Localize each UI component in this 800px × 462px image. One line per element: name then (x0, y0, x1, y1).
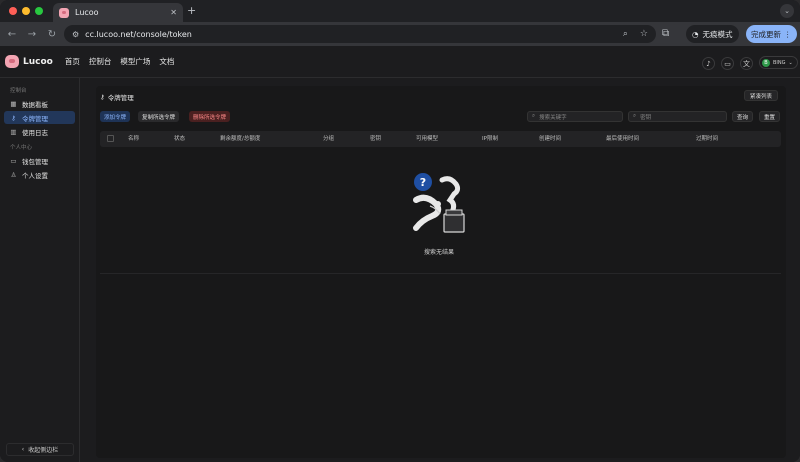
tab-title: Lucoo (75, 8, 99, 17)
sidebar-item-dashboard[interactable]: ▦ 数据看板 (4, 97, 75, 110)
monitor-icon[interactable]: ▭ (721, 57, 734, 70)
close-window-button[interactable] (9, 7, 17, 15)
empty-state-text: 搜索无结果 (423, 249, 454, 256)
chevron-down-icon: ⌄ (788, 59, 793, 66)
lucoo-logo-icon[interactable] (5, 55, 19, 68)
key-search-input[interactable]: ⌕ 密钥 (628, 111, 727, 122)
user-menu[interactable]: B BING ⌄ (759, 56, 798, 69)
url-text: cc.lucoo.net/console/token (85, 29, 192, 39)
update-label: 完成更新 (751, 29, 781, 39)
search-icon: ⌕ (633, 113, 637, 119)
sidebar-group-personal: 个人中心 (10, 145, 33, 151)
incognito-label: 无痕模式 (702, 29, 733, 39)
column-header[interactable]: 可用模型 (416, 131, 438, 147)
table-header: 名称 状态 剩余额度/总额度 分组 密钥 可用模型 IP限制 创建时间 最后使用… (100, 131, 781, 147)
copy-selected-tokens-button[interactable]: 复制所选令牌 (138, 111, 180, 122)
reload-icon[interactable]: ↻ (44, 26, 60, 42)
column-header[interactable]: 分组 (323, 131, 334, 147)
column-header[interactable]: 最后使用时间 (606, 131, 639, 147)
incognito-icon: ◔ (692, 29, 699, 39)
chevron-left-icon: ‹ (21, 446, 25, 453)
minimize-window-button[interactable] (22, 7, 30, 15)
sidebar-item-logs[interactable]: ▥ 使用日志 (4, 125, 75, 138)
add-token-button[interactable]: 添加令牌 (100, 111, 131, 122)
maximize-window-button[interactable] (35, 7, 43, 15)
keyword-placeholder: 搜索关键字 (539, 114, 567, 121)
chart-icon: ▥ (10, 127, 17, 136)
avatar: B (762, 58, 770, 67)
update-button[interactable]: 完成更新 ⋮ (746, 25, 797, 43)
bell-icon[interactable]: ♪ (702, 57, 715, 70)
browser-window: Lucoo ✕ + ⌄ ← → ↻ ⚙ cc.lucoo.net/console… (0, 0, 800, 462)
column-header[interactable]: 密钥 (370, 131, 381, 147)
key-icon: ⚷ (100, 93, 105, 101)
sidebar-item-wallet[interactable]: ▭ 钱包管理 (4, 154, 75, 167)
column-header[interactable]: 剩余额度/总额度 (220, 131, 260, 147)
page-title: ⚷ 令牌管理 (100, 92, 134, 102)
sidebar-item-profile[interactable]: ♙ 个人设置 (4, 168, 75, 181)
column-header[interactable]: 创建时间 (539, 131, 561, 147)
zoom-search-icon[interactable]: ⌕ (623, 29, 628, 39)
column-header[interactable]: 过期时间 (696, 131, 718, 147)
compact-list-button[interactable]: 紧凑列表 (744, 90, 779, 101)
bookmark-star-icon[interactable]: ☆ (640, 29, 648, 39)
column-header[interactable]: IP限制 (482, 131, 498, 147)
sidebar-group-console: 控制台 (10, 88, 27, 94)
key-placeholder: 密钥 (640, 114, 652, 121)
query-button[interactable]: 查询 (732, 111, 754, 122)
table-divider (100, 273, 781, 274)
browser-toolbar: ← → ↻ ⚙ cc.lucoo.net/console/token ⌕ ☆ ⧉… (0, 22, 800, 46)
brand-name[interactable]: Lucoo (23, 57, 53, 67)
site-settings-icon[interactable]: ⚙ (72, 30, 79, 39)
top-nav: 首页 控制台 模型广场 文档 (65, 56, 175, 67)
lucoo-favicon-icon (59, 7, 69, 18)
search-icon: ⌕ (532, 113, 536, 119)
nav-docs[interactable]: 文档 (159, 56, 174, 67)
sidebar-item-label: 数据看板 (22, 100, 48, 109)
collapse-sidebar-button[interactable]: ‹ 收起侧边栏 (6, 443, 74, 456)
translate-icon[interactable]: 文 (740, 57, 753, 70)
tab-strip: Lucoo ✕ + ⌄ (0, 0, 800, 22)
sidebar-item-label: 使用日志 (22, 128, 48, 137)
user-icon: ♙ (10, 170, 17, 179)
app-header: Lucoo 首页 控制台 模型广场 文档 (0, 46, 800, 78)
back-arrow-icon[interactable]: ← (4, 26, 20, 42)
collapse-label: 收起侧边栏 (28, 447, 59, 454)
tab-close-icon[interactable]: ✕ (170, 8, 177, 17)
keyword-search-input[interactable]: ⌕ 搜索关键字 (527, 111, 623, 122)
column-header[interactable]: 名称 (128, 131, 139, 147)
nav-console[interactable]: 控制台 (89, 56, 112, 67)
incognito-chip[interactable]: ◔ 无痕模式 (686, 25, 739, 43)
sidebar: 控制台 ▦ 数据看板 ⚷ 令牌管理 ▥ 使用日志 个人中心 ▭ 钱包管理 ♙ 个… (0, 78, 80, 462)
delete-selected-tokens-button[interactable]: 删除所选令牌 (189, 111, 231, 122)
tab-search-chevron-icon[interactable]: ⌄ (780, 4, 794, 18)
user-name: BING (773, 59, 786, 66)
new-tab-button[interactable]: + (187, 4, 196, 17)
more-vertical-icon: ⋮ (784, 29, 792, 39)
wallet-icon: ▭ (10, 156, 17, 165)
browser-tab[interactable]: Lucoo ✕ (53, 3, 183, 22)
sidebar-item-label: 个人设置 (22, 171, 48, 180)
nav-home[interactable]: 首页 (65, 56, 80, 67)
reset-button[interactable]: 重置 (759, 111, 781, 122)
key-icon: ⚷ (11, 113, 16, 122)
empty-result-illustration: ? (413, 173, 465, 233)
sidebar-item-label: 令牌管理 (22, 114, 48, 123)
page-title-text: 令牌管理 (107, 94, 134, 102)
select-all-checkbox[interactable] (107, 135, 114, 142)
address-bar[interactable]: ⚙ cc.lucoo.net/console/token ⌕ ☆ (64, 25, 656, 43)
sidebar-item-label: 钱包管理 (22, 157, 48, 166)
sidebar-item-tokens[interactable]: ⚷ 令牌管理 (4, 111, 75, 124)
dashboard-icon: ▦ (10, 99, 17, 108)
forward-arrow-icon[interactable]: → (24, 26, 40, 42)
nav-model-market[interactable]: 模型广场 (120, 56, 150, 67)
svg-text:?: ? (420, 176, 426, 189)
column-header[interactable]: 状态 (174, 131, 185, 147)
extensions-puzzle-icon[interactable]: ⧉ (662, 28, 669, 39)
